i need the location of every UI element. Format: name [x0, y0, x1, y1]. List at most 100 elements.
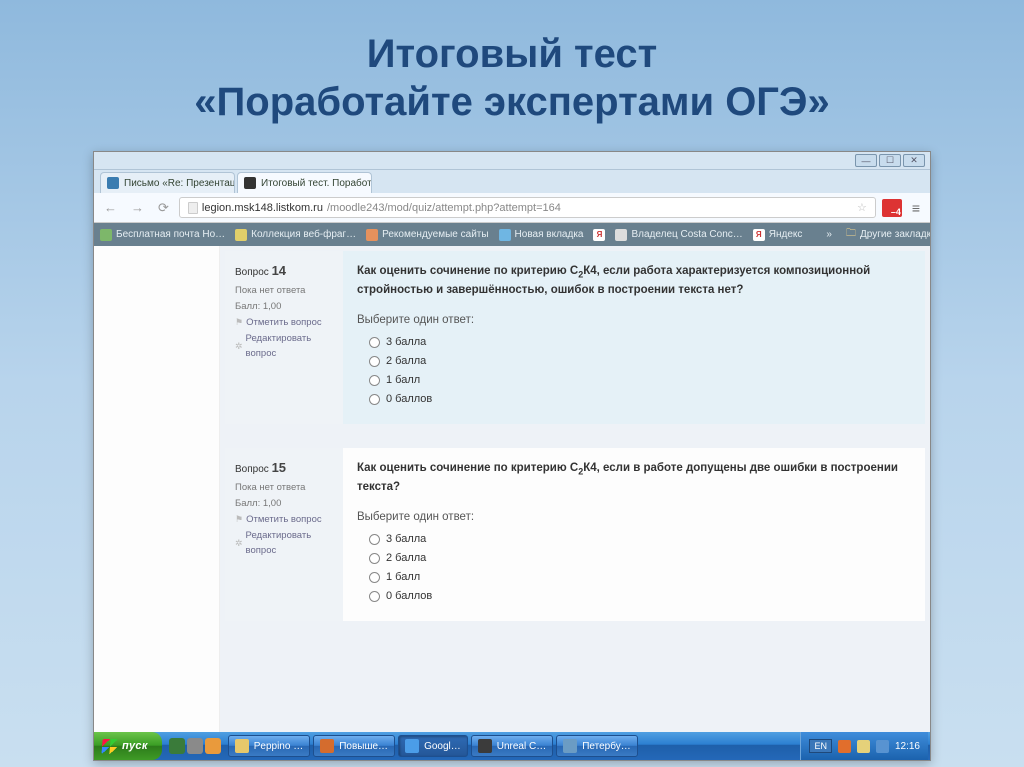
bookmark-icon — [499, 229, 511, 241]
forward-button[interactable]: → — [127, 200, 148, 215]
moodle-icon — [244, 177, 256, 189]
maximize-button[interactable]: ☐ — [879, 154, 901, 167]
tray-icon[interactable] — [838, 740, 851, 753]
browser-menu-button[interactable]: ≡ — [908, 200, 924, 216]
reload-button[interactable]: ⟳ — [154, 200, 173, 216]
taskbar-task-button[interactable]: Unreal C… — [471, 735, 553, 757]
yandex-icon: Я — [593, 229, 605, 241]
question-number: Вопрос 15 — [235, 458, 333, 478]
answer-option[interactable]: 0 баллов — [369, 588, 911, 605]
taskbar-task-button[interactable]: Петербу… — [556, 735, 638, 757]
radio-icon[interactable] — [369, 356, 380, 367]
flag-question-link[interactable]: Отметить вопрос — [235, 316, 333, 330]
minimize-button[interactable]: — — [855, 154, 877, 167]
language-indicator[interactable]: EN — [809, 739, 832, 753]
quick-launch-icon[interactable] — [205, 738, 221, 754]
answer-option[interactable]: 3 балла — [369, 334, 911, 351]
other-bookmarks-button[interactable]: 🗀Другие закладки — [846, 226, 930, 243]
quick-launch-icon[interactable] — [169, 738, 185, 754]
yandex-icon: Я — [753, 229, 765, 241]
bookmark-item[interactable]: ЯЯ — [593, 229, 605, 241]
answer-option[interactable]: 2 балла — [369, 353, 911, 370]
radio-icon[interactable] — [369, 591, 380, 602]
tab-label-0: Письмо «Re: Презентации т — [124, 178, 235, 189]
extension-icon[interactable] — [882, 199, 902, 217]
bookmark-item[interactable]: ЯЯндекс — [753, 229, 803, 241]
answer-label: 1 балл — [386, 372, 420, 389]
bookmark-item[interactable]: Коллекция веб-фраг… — [235, 229, 356, 241]
answer-option[interactable]: 2 балла — [369, 550, 911, 567]
radio-icon[interactable] — [369, 572, 380, 583]
edit-question-link[interactable]: Редактировать вопрос — [235, 332, 333, 361]
browser-tab-1[interactable]: Итоговый тест. Поработай × — [237, 172, 372, 193]
browser-tab-0[interactable]: Письмо «Re: Презентации т × — [100, 172, 235, 193]
windows-logo-icon — [101, 739, 117, 754]
answer-label: 0 баллов — [386, 588, 432, 605]
radio-icon[interactable] — [369, 337, 380, 348]
quiz-nav-sidebar — [94, 246, 220, 732]
page-icon — [188, 202, 198, 214]
radio-icon[interactable] — [369, 375, 380, 386]
browser-tabs-row: Письмо «Re: Презентации т × Итоговый тес… — [94, 170, 930, 193]
answer-label: 1 балл — [386, 569, 420, 586]
taskbar-app-icon — [320, 739, 334, 753]
url-bar-row: ← → ⟳ legion.msk148.listkom.ru/moodle243… — [94, 193, 930, 223]
bookmarks-bar: Бесплатная почта Но… Коллекция веб-фраг…… — [94, 223, 930, 246]
tab-label-1: Итоговый тест. Поработай — [261, 178, 372, 189]
bookmark-icon — [100, 229, 112, 241]
question-content: Как оценить сочинение по критерию С2К4, … — [343, 251, 925, 424]
url-input[interactable]: legion.msk148.listkom.ru/moodle243/mod/q… — [179, 197, 876, 218]
taskbar-task-label: Googl… — [424, 741, 461, 752]
slide-title-line2: «Поработайте экспертами ОГЭ» — [20, 78, 1004, 126]
question-score: Балл: 1,00 — [235, 300, 333, 314]
bookmark-item[interactable]: Новая вкладка — [499, 229, 584, 241]
taskbar-clock[interactable]: 12:16 — [895, 741, 920, 752]
taskbar-app-icon — [235, 739, 249, 753]
question-score: Балл: 1,00 — [235, 497, 333, 511]
choose-label: Выберите один ответ: — [357, 312, 911, 330]
tray-icon[interactable] — [857, 740, 870, 753]
back-button[interactable]: ← — [100, 200, 121, 215]
quick-launch-icon[interactable] — [187, 738, 203, 754]
question-info: Вопрос 15 Пока нет ответа Балл: 1,00 Отм… — [225, 448, 343, 621]
radio-icon[interactable] — [369, 534, 380, 545]
taskbar-task-button[interactable]: Повыше… — [313, 735, 395, 757]
url-host: legion.msk148.listkom.ru — [202, 202, 323, 214]
answer-option[interactable]: 3 балла — [369, 531, 911, 548]
taskbar-app-icon — [563, 739, 577, 753]
question-text: Как оценить сочинение по критерию С2К4, … — [357, 263, 911, 300]
question-status: Пока нет ответа — [235, 284, 333, 298]
question-14: Вопрос 14 Пока нет ответа Балл: 1,00 Отм… — [220, 246, 930, 429]
taskbar-task-label: Peppino … — [254, 741, 303, 752]
taskbar-app-icon — [478, 739, 492, 753]
taskbar-task-button[interactable]: Googl… — [398, 735, 468, 757]
bookmark-icon — [235, 229, 247, 241]
url-path: /moodle243/mod/quiz/attempt.php?attempt=… — [327, 202, 561, 214]
answer-option[interactable]: 1 балл — [369, 569, 911, 586]
quiz-questions-main: Вопрос 14 Пока нет ответа Балл: 1,00 Отм… — [220, 246, 930, 732]
bookmark-overflow-button[interactable]: » — [822, 229, 836, 240]
browser-window: — ☐ ✕ Письмо «Re: Презентации т × Итогов… — [93, 151, 931, 761]
answer-option[interactable]: 0 баллов — [369, 391, 911, 408]
start-button[interactable]: пуск — [94, 732, 162, 760]
start-label: пуск — [122, 740, 148, 752]
question-number: Вопрос 14 — [235, 261, 333, 281]
taskbar-task-label: Unreal C… — [497, 741, 546, 752]
page-content: Вопрос 14 Пока нет ответа Балл: 1,00 Отм… — [94, 246, 930, 732]
bookmark-item[interactable]: Бесплатная почта Но… — [100, 229, 225, 241]
radio-icon[interactable] — [369, 553, 380, 564]
close-button[interactable]: ✕ — [903, 154, 925, 167]
bookmark-item[interactable]: Владелец Costa Conc… — [615, 229, 742, 241]
bookmark-star-icon[interactable]: ☆ — [857, 201, 867, 214]
answer-option[interactable]: 1 балл — [369, 372, 911, 389]
edit-question-link[interactable]: Редактировать вопрос — [235, 529, 333, 558]
windows-taskbar: пуск Peppino … Повыше… Googl… Unreal C… Пете… — [94, 732, 930, 760]
taskbar-task-button[interactable]: Peppino … — [228, 735, 310, 757]
bookmark-item[interactable]: Рекомендуемые сайты — [366, 229, 488, 241]
flag-question-link[interactable]: Отметить вопрос — [235, 513, 333, 527]
quick-launch — [165, 738, 225, 754]
bookmark-icon — [615, 229, 627, 241]
taskbar-app-icon — [405, 739, 419, 753]
tray-icon[interactable] — [876, 740, 889, 753]
radio-icon[interactable] — [369, 394, 380, 405]
